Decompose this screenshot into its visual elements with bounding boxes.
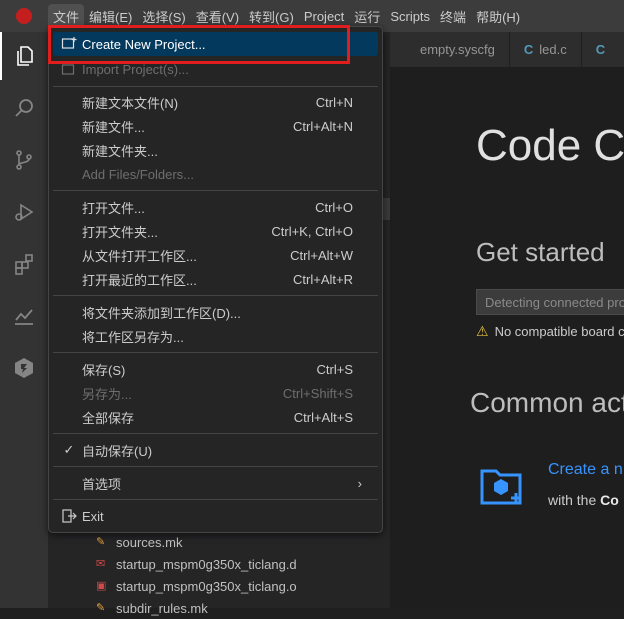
file-item[interactable]: ▣ startup_mspm0g350x_ticlang.o: [96, 575, 297, 597]
menu-save-all[interactable]: 全部保存 Ctrl+Alt+S: [53, 405, 378, 429]
file-item[interactable]: ✉ startup_mspm0g350x_ticlang.d: [96, 553, 297, 575]
menu-new-folder[interactable]: 新建文件夹...: [53, 138, 378, 162]
menu-item-shortcut: Ctrl+Shift+S: [282, 385, 353, 401]
activity-bar: [0, 32, 48, 608]
menu-item-label: 保存(S): [82, 362, 126, 378]
page-title: Code C: [476, 121, 624, 170]
file-item[interactable]: ✎ sources.mk: [96, 531, 182, 553]
board-detect-field[interactable]: Detecting connected pro: [476, 289, 624, 315]
run-debug-icon[interactable]: [0, 188, 48, 236]
create-project-link[interactable]: Create a n: [548, 461, 623, 479]
menu-item-label: 从文件打开工作区...: [82, 248, 197, 264]
c-file-icon: C: [523, 42, 534, 57]
common-actions-heading: Common act: [470, 387, 624, 418]
menu-save-as[interactable]: 另存为... Ctrl+Shift+S: [53, 381, 378, 405]
menu-auto-save[interactable]: ✓ 自动保存(U): [53, 438, 378, 462]
menu-item-label: 将文件夹添加到工作区(D)...: [82, 305, 241, 321]
menu-item-shortcut: Ctrl+O: [315, 199, 353, 215]
menu-open-workspace-from-file[interactable]: 从文件打开工作区... Ctrl+Alt+W: [53, 243, 378, 267]
menu-item-label: Exit: [82, 508, 104, 524]
file-menu-dropdown: Create New Project... Import Project(s).…: [48, 26, 383, 533]
file-name: subdir_rules.mk: [116, 600, 208, 616]
menu-item-shortcut: Ctrl+Alt+W: [290, 247, 353, 263]
menu-item-label: 将工作区另存为...: [82, 329, 184, 345]
menu-new-text-file[interactable]: 新建文本文件(N) Ctrl+N: [53, 90, 378, 114]
menu-divider: [53, 190, 378, 191]
menu-help[interactable]: 帮助(H): [471, 0, 525, 32]
menu-save-workspace-as[interactable]: 将工作区另存为...: [53, 324, 378, 348]
analytics-icon[interactable]: [0, 292, 48, 340]
menu-item-shortcut: Ctrl+Alt+S: [293, 409, 353, 425]
desc-bold: Co: [600, 492, 619, 508]
menu-open-file[interactable]: 打开文件... Ctrl+O: [53, 195, 378, 219]
menu-item-label: 打开文件...: [82, 200, 145, 216]
menu-item-label: 打开文件夹...: [82, 224, 158, 240]
object-file-icon: ▣: [96, 580, 107, 592]
checkmark-icon: ✓: [63, 442, 75, 457]
menu-save[interactable]: 保存(S) Ctrl+S: [53, 357, 378, 381]
menu-preferences[interactable]: 首选项 ›: [53, 471, 378, 495]
menu-item-label: Add Files/Folders...: [82, 166, 194, 182]
tab-led-c[interactable]: Cled.c: [509, 32, 582, 67]
menu-item-shortcut: Ctrl+K, Ctrl+O: [271, 223, 353, 239]
menu-item-label: 新建文件...: [82, 119, 145, 135]
menu-divider: [53, 499, 378, 500]
ti-resource-icon[interactable]: [0, 344, 48, 392]
get-started-heading: Get started: [476, 237, 605, 267]
makefile-icon: ✎: [96, 536, 106, 548]
menu-item-shortcut: Ctrl+N: [315, 94, 353, 110]
menu-item-shortcut: Ctrl+S: [316, 361, 353, 377]
menu-item-label: 打开最近的工作区...: [82, 272, 197, 288]
menu-divider: [53, 352, 378, 353]
menu-item-shortcut: Ctrl+Alt+N: [293, 118, 353, 134]
file-name: startup_mspm0g350x_ticlang.o: [116, 578, 297, 594]
menu-new-file[interactable]: 新建文件... Ctrl+Alt+N: [53, 114, 378, 138]
desc-prefix: with the: [548, 492, 601, 508]
menu-add-files-folders[interactable]: Add Files/Folders...: [53, 162, 378, 186]
welcome-page: Code C Get started Detecting connected p…: [390, 67, 624, 608]
menu-item-label: 新建文本文件(N): [82, 95, 179, 111]
search-icon[interactable]: [0, 84, 48, 132]
menu-divider: [53, 295, 378, 296]
file-name: startup_mspm0g350x_ticlang.d: [116, 556, 297, 572]
highlight-annotation-box: [48, 25, 350, 64]
menu-divider: [53, 466, 378, 467]
extensions-icon[interactable]: [0, 240, 48, 288]
tab-next[interactable]: C: [581, 32, 624, 67]
menu-item-label: 首选项: [82, 476, 122, 492]
tab-label: empty.syscfg: [420, 42, 495, 57]
menu-divider: [53, 433, 378, 434]
source-control-icon[interactable]: [0, 136, 48, 184]
tab-label: led.c: [539, 42, 567, 57]
menu-exit[interactable]: Exit: [53, 504, 378, 528]
menu-item-label: 自动保存(U): [82, 443, 153, 459]
menu-terminal[interactable]: 终端: [435, 0, 471, 32]
exit-icon: [61, 508, 77, 524]
create-project-description: with the Co: [548, 492, 619, 508]
warning-message: ⚠ No compatible board c: [476, 323, 624, 340]
warning-icon: ⚠: [476, 323, 489, 339]
warning-text: No compatible board c: [494, 324, 624, 339]
menu-open-folder[interactable]: 打开文件夹... Ctrl+K, Ctrl+O: [53, 219, 378, 243]
menu-scripts[interactable]: Scripts: [385, 0, 435, 32]
chevron-right-icon: ›: [357, 475, 362, 491]
makefile-icon: ✎: [96, 602, 106, 614]
menu-item-label: 全部保存: [82, 410, 135, 426]
new-project-folder-icon: [480, 463, 528, 507]
menu-item-label: 另存为...: [82, 386, 132, 402]
editor-tabs: empty.syscfg Cled.c C: [390, 32, 624, 67]
file-name: sources.mk: [116, 534, 183, 550]
file-item[interactable]: ✎ subdir_rules.mk: [96, 597, 208, 619]
detect-text: Detecting connected pro: [485, 294, 624, 310]
c-file-icon: C: [595, 42, 606, 57]
d-file-icon: ✉: [96, 558, 106, 570]
menu-item-shortcut: Ctrl+Alt+R: [293, 271, 353, 287]
explorer-icon[interactable]: [0, 32, 48, 80]
menu-item-label: 新建文件夹...: [82, 143, 158, 159]
tab-empty-syscfg[interactable]: empty.syscfg: [390, 32, 510, 67]
menu-open-recent-workspace[interactable]: 打开最近的工作区... Ctrl+Alt+R: [53, 267, 378, 291]
menu-add-folder-to-workspace[interactable]: 将文件夹添加到工作区(D)...: [53, 300, 378, 324]
menu-divider: [53, 86, 378, 87]
app-logo-icon: [0, 0, 48, 32]
